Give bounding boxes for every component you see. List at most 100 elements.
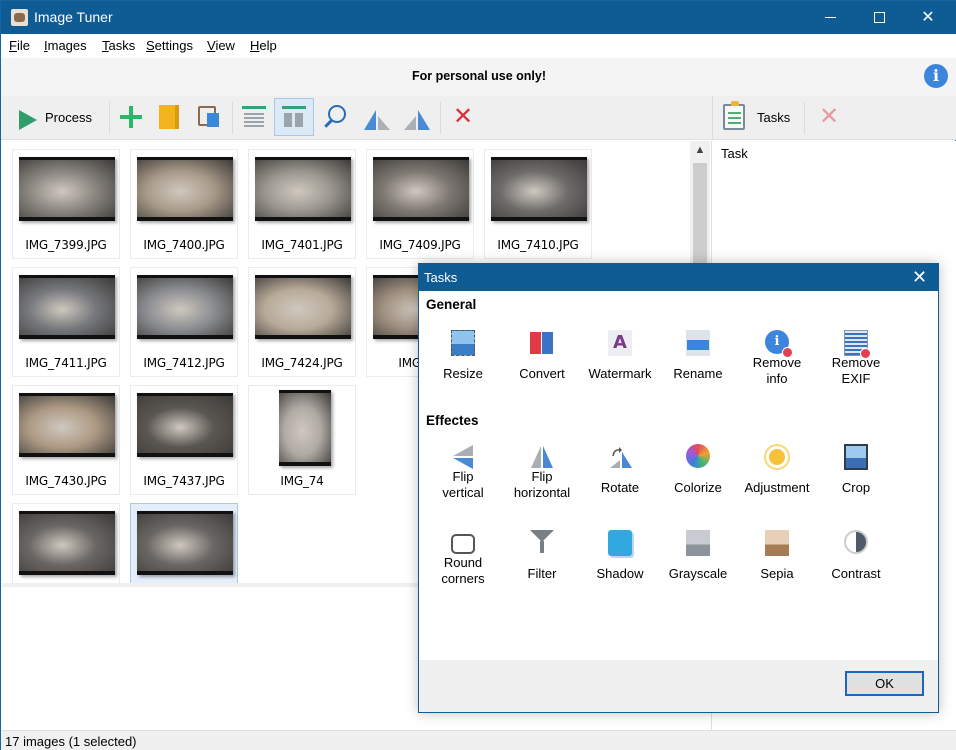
task-convert[interactable]: Convert: [503, 330, 581, 400]
process-label: Process: [45, 110, 92, 125]
image-thumbnail[interactable]: IMG_7400.JPG: [130, 149, 238, 259]
tasks-button[interactable]: Tasks: [717, 101, 797, 135]
info-icon[interactable]: i: [924, 64, 948, 88]
image-thumbnail[interactable]: [130, 503, 238, 583]
remove-info-icon: i: [765, 330, 793, 358]
task-watermark[interactable]: A Watermark: [581, 330, 659, 400]
image-filename: IMG_7401.JPG: [261, 238, 343, 252]
filter-icon: [530, 530, 554, 553]
task-sepia[interactable]: Sepia: [738, 530, 816, 600]
image-filename: IMG_7400.JPG: [143, 238, 225, 252]
menu-label: ettings: [154, 38, 193, 53]
task-round-corners[interactable]: Round corners: [424, 530, 502, 600]
task-label: Rotate: [600, 480, 640, 495]
task-label: Flip horizontal: [513, 469, 571, 500]
dialog-title-bar[interactable]: Tasks ✕: [419, 264, 938, 291]
minimize-button[interactable]: [807, 1, 853, 34]
menu-images[interactable]: Images: [44, 38, 87, 53]
scroll-up-icon[interactable]: ▲: [690, 141, 710, 159]
paste-icon: [198, 106, 219, 127]
remove-images-button[interactable]: ✕: [453, 105, 473, 129]
task-label: Colorize: [674, 480, 722, 495]
image-thumbnail[interactable]: IMG_7401.JPG: [248, 149, 356, 259]
menu-tasks[interactable]: Tasks: [102, 38, 135, 53]
menu-help[interactable]: Help: [250, 38, 277, 53]
colorize-icon: [686, 444, 710, 468]
task-grayscale[interactable]: Grayscale: [659, 530, 737, 600]
round-corners-icon: [451, 534, 475, 554]
dialog-title: Tasks: [424, 270, 458, 285]
task-label: Shadow: [596, 566, 644, 581]
task-adjustment[interactable]: Adjustment: [738, 444, 816, 514]
menu-view[interactable]: View: [207, 38, 235, 53]
notice-bar: For personal use only! i: [1, 58, 956, 96]
task-remove-info[interactable]: i Remove info: [738, 330, 816, 400]
task-column-header[interactable]: Task: [721, 146, 748, 161]
image-preview: [491, 157, 587, 221]
task-colorize[interactable]: Colorize: [659, 444, 737, 514]
task-label: Watermark: [588, 366, 652, 381]
image-filename: IMG_7410.JPG: [497, 238, 579, 252]
image-thumbnail[interactable]: IMG_7399.JPG: [12, 149, 120, 259]
task-filter[interactable]: Filter: [503, 530, 581, 600]
image-thumbnail[interactable]: IMG_7410.JPG: [484, 149, 592, 259]
image-preview: [19, 511, 115, 575]
play-icon: [19, 110, 37, 130]
task-remove-exif[interactable]: Remove EXIF: [817, 330, 895, 400]
scrollbar-thumb[interactable]: [693, 163, 707, 273]
remove-exif-icon: [844, 330, 871, 359]
ok-button[interactable]: OK: [845, 671, 924, 696]
rotate-icon: [608, 444, 632, 470]
section-effects: Effectes: [426, 413, 479, 428]
adjustment-icon: [769, 449, 785, 465]
minimize-icon: [824, 17, 836, 19]
task-label: Round corners: [441, 555, 485, 586]
task-contrast[interactable]: Contrast: [817, 530, 895, 600]
image-thumbnail[interactable]: [12, 503, 120, 583]
task-shadow[interactable]: Shadow: [581, 530, 659, 600]
tasks-label: Tasks: [757, 110, 791, 125]
task-flip-horizontal[interactable]: Flip horizontal: [503, 444, 581, 514]
image-thumbnail[interactable]: IMG_7430.JPG: [12, 385, 120, 495]
image-thumbnail[interactable]: IMG_7437.JPG: [130, 385, 238, 495]
toolbar: Process ✕ Tasks ✕: [1, 96, 956, 140]
dialog-close-button[interactable]: ✕: [912, 267, 927, 287]
task-resize[interactable]: Resize: [424, 330, 502, 400]
add-icon: [120, 106, 142, 128]
maximize-button[interactable]: [856, 1, 902, 34]
menu-label: asks: [108, 38, 136, 53]
preview-icon: [328, 105, 346, 123]
remove-task-button[interactable]: ✕: [819, 105, 839, 129]
image-preview: [137, 157, 233, 221]
task-label: Sepia: [760, 566, 794, 581]
image-thumbnail[interactable]: IMG_7409.JPG: [366, 149, 474, 259]
image-filename: IMG_7412.JPG: [143, 356, 225, 370]
info-glyph: i: [774, 334, 780, 349]
task-rename[interactable]: Rename: [659, 330, 737, 400]
toolbar-separator: [804, 102, 805, 134]
status-text: 17 images (1 selected): [5, 734, 137, 749]
panel-divider: [712, 96, 713, 140]
task-label: Grayscale: [668, 566, 728, 581]
task-label: Contrast: [831, 566, 881, 581]
resize-icon: [451, 330, 475, 356]
image-thumbnail[interactable]: IMG_7411.JPG: [12, 267, 120, 377]
title-bar[interactable]: Image Tuner ✕: [1, 1, 956, 34]
image-thumbnail[interactable]: IMG_7412.JPG: [130, 267, 238, 377]
open-folder-icon: [159, 105, 179, 129]
image-thumbnail[interactable]: IMG_7424.JPG: [248, 267, 356, 377]
image-filename: IMG_7430.JPG: [25, 474, 107, 488]
tasks-icon: [723, 101, 745, 130]
task-label: Flip vertical: [442, 469, 484, 500]
close-button[interactable]: ✕: [905, 1, 951, 34]
details-view-icon: [242, 106, 266, 128]
image-filename: IMG_7409.JPG: [379, 238, 461, 252]
task-flip-vertical[interactable]: Flip vertical: [424, 444, 502, 514]
image-thumbnail[interactable]: IMG_74: [248, 385, 356, 495]
task-crop[interactable]: Crop: [817, 444, 895, 514]
process-button[interactable]: Process: [7, 101, 103, 135]
task-rotate[interactable]: Rotate: [581, 444, 659, 514]
menu-file[interactable]: File: [9, 38, 30, 53]
menu-settings[interactable]: Settings: [146, 38, 193, 53]
thumbnail-view-icon: [282, 106, 306, 128]
